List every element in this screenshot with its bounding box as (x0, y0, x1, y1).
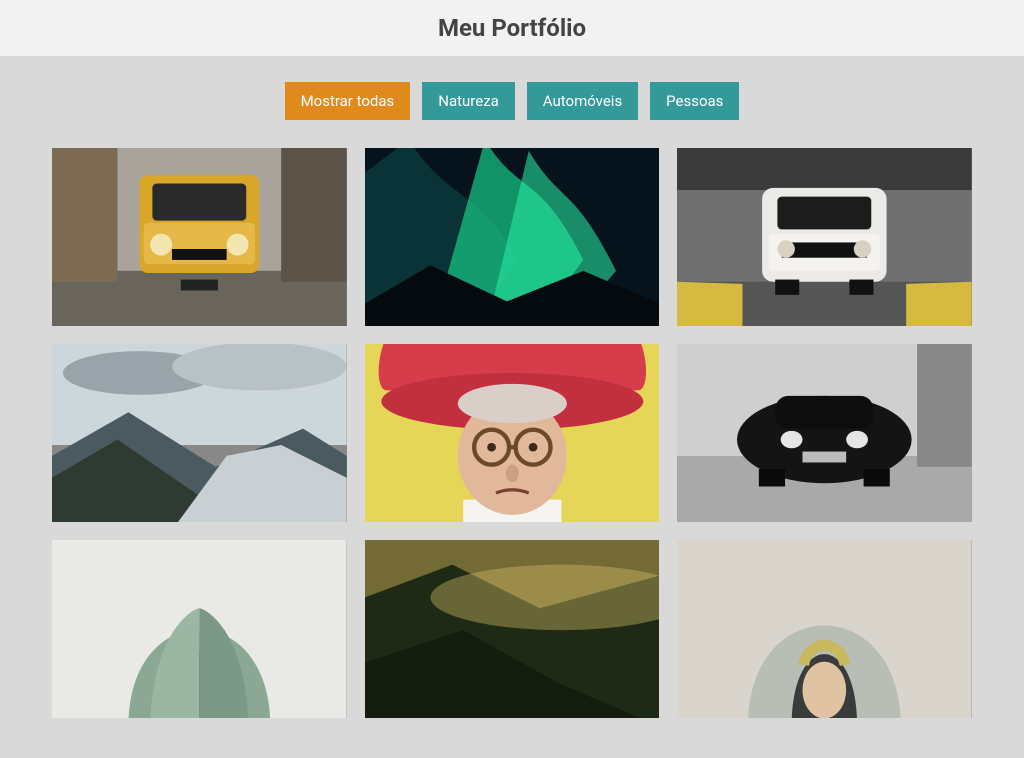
gallery-item[interactable] (52, 148, 347, 326)
gallery-item[interactable] (677, 344, 972, 522)
filter-bar: Mostrar todas Natureza Automóveis Pessoa… (0, 56, 1024, 138)
gallery-item[interactable] (365, 540, 660, 718)
gallery-item[interactable] (52, 344, 347, 522)
filter-cars-button[interactable]: Automóveis (527, 82, 638, 120)
gallery-item[interactable] (52, 540, 347, 718)
filter-nature-button[interactable]: Natureza (422, 82, 515, 120)
page-header: Meu Portfólio (0, 0, 1024, 56)
gallery-item[interactable] (365, 344, 660, 522)
gallery-grid (52, 138, 972, 758)
filter-people-button[interactable]: Pessoas (650, 82, 739, 120)
filter-show-all-button[interactable]: Mostrar todas (285, 82, 411, 120)
gallery-item[interactable] (677, 540, 972, 718)
page-title: Meu Portfólio (0, 14, 1024, 42)
gallery-item[interactable] (677, 148, 972, 326)
gallery-item[interactable] (365, 148, 660, 326)
